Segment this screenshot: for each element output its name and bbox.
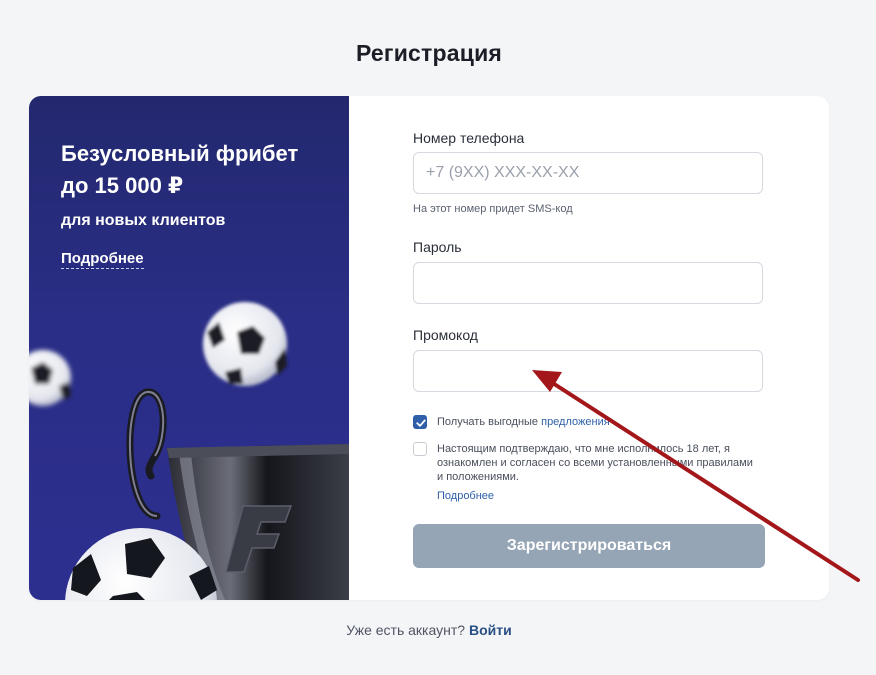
- offers-link[interactable]: предложения: [541, 416, 610, 428]
- register-button[interactable]: Зарегистрироваться: [413, 524, 765, 568]
- promocode-input[interactable]: [413, 350, 763, 392]
- footer-question: Уже есть аккаунт?: [346, 622, 469, 638]
- soccer-ball-blurred-icon: [203, 302, 287, 386]
- phone-label: Номер телефона: [413, 130, 525, 146]
- terms-more-link[interactable]: Подробнее: [437, 490, 494, 502]
- offers-checkbox-label: Получать выгодные предложения: [437, 415, 757, 429]
- promo-banner: Безусловный фрибет до 15 000 ₽ для новых…: [29, 96, 349, 600]
- promo-subtitle: для новых клиентов: [61, 212, 226, 229]
- password-input[interactable]: [413, 262, 763, 304]
- offers-checkbox-row: Получать выгодные предложения: [413, 415, 765, 431]
- password-label: Пароль: [413, 239, 462, 255]
- soccer-ball-small-icon: [29, 350, 71, 406]
- phone-input[interactable]: [413, 152, 763, 194]
- checkmark-icon: [416, 419, 426, 427]
- promo-more-link[interactable]: Подробнее: [61, 250, 144, 269]
- terms-checkbox-row: Настоящим подтверждаю, что мне исполнило…: [413, 442, 765, 502]
- login-link[interactable]: Войти: [469, 622, 512, 638]
- page-title: Регистрация: [355, 40, 503, 66]
- offers-checkbox[interactable]: [413, 415, 427, 429]
- registration-card: Безусловный фрибет до 15 000 ₽ для новых…: [29, 96, 829, 600]
- phone-hint: На этот номер придет SMS-код: [413, 203, 573, 215]
- terms-checkbox[interactable]: [413, 442, 427, 456]
- promo-title: Безусловный фрибет до 15 000 ₽: [61, 141, 299, 198]
- promocode-label: Промокод: [413, 327, 478, 343]
- footer-login-prompt: Уже есть аккаунт? Войти: [0, 622, 858, 638]
- offers-text: Получать выгодные: [437, 416, 542, 428]
- terms-checkbox-label: Настоящим подтверждаю, что мне исполнило…: [437, 443, 753, 483]
